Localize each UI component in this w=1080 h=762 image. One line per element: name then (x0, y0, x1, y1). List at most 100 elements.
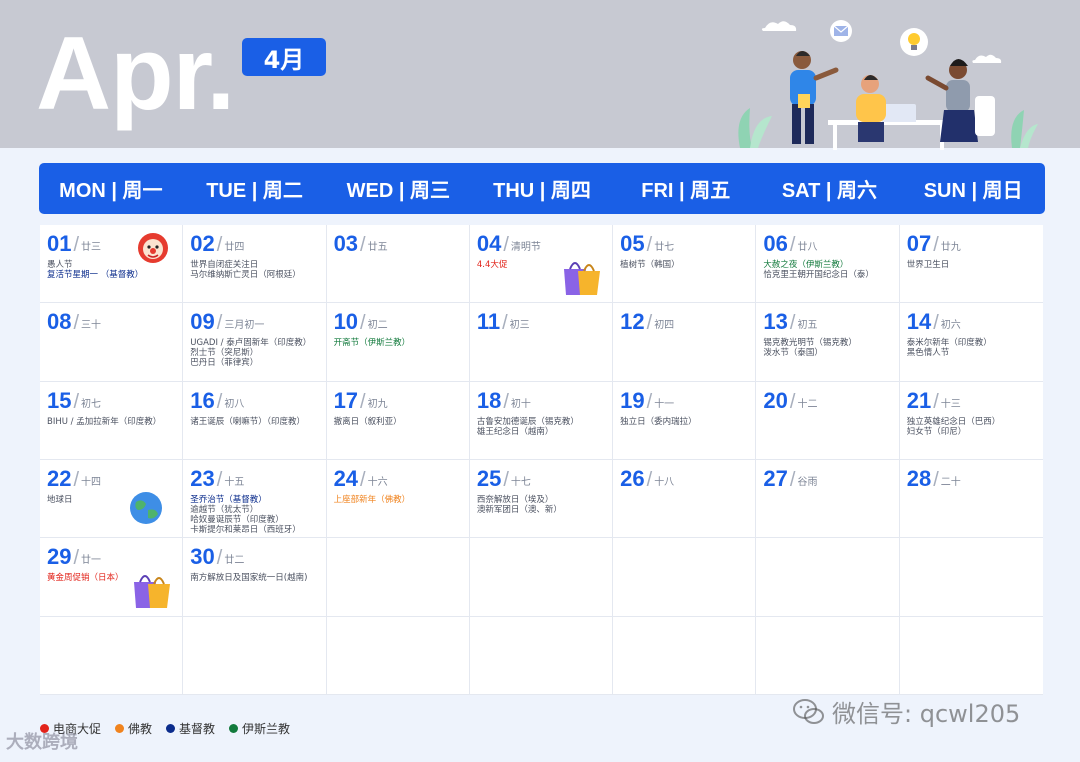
event-item: 哈奴曼诞辰节（印度教） (190, 515, 284, 525)
empty-day-cell (40, 616, 184, 695)
day-cell: 27/谷雨 (756, 460, 900, 539)
calendar-grid: 01/廿三 愚人节 复活节星期一 （基督教） 02/廿四 世界自闭症关注日 马尔维纳斯亡灵… (40, 225, 1043, 695)
slash-divider: / (933, 469, 939, 491)
event-list: UGADI / 泰卢固新年（印度教） 烈士节（突尼斯） 巴丹日（菲律宾） (190, 338, 318, 368)
day-cell: 13/初五 锡克教光明节（锡克教） 泼水节（泰国） (756, 303, 900, 382)
slash-divider: / (73, 312, 80, 335)
legend-dot-icon (229, 724, 239, 733)
lunar-date: 三月初一 (224, 320, 265, 332)
day-cell: 22/十四 地球日 (40, 460, 184, 539)
slash-divider: / (502, 312, 508, 335)
slash-divider: / (503, 234, 509, 256)
day-number: 03 (333, 231, 359, 256)
event-item: 逾越节（犹太节） (190, 505, 259, 515)
slash-divider: / (503, 469, 509, 491)
event-list: 泰米尔新年（印度教） 黑色情人节 (907, 338, 1036, 358)
day-cell: 02/廿四 世界自闭症关注日 马尔维纳斯亡灵日（阿根廷） (183, 225, 327, 304)
event-item: 马尔维纳斯亡灵日（阿根廷） (190, 270, 301, 280)
empty-day-cell (613, 616, 757, 695)
day-number: 13 (763, 309, 788, 335)
earth-icon (128, 490, 164, 530)
lunar-date: 初八 (224, 398, 245, 410)
lunar-date: 初五 (797, 320, 818, 332)
day-cell: 24/十六 上座部新年（佛教） (326, 460, 470, 539)
day-header: 12/初四 (620, 307, 748, 334)
watermark-right: 微信号: qcwl205 (792, 694, 1020, 729)
slash-divider: / (646, 234, 653, 256)
legend-item-buddhism: 佛教 (115, 720, 152, 737)
day-header: 16/初八 (190, 386, 318, 412)
day-cell: 28/二十 (899, 460, 1043, 539)
lunar-date: 廿四 (224, 242, 245, 253)
event-item: 卡斯提尔和莱昂日（西班牙） (190, 525, 301, 535)
day-cell: 01/廿三 愚人节 复活节星期一 （基督教） (40, 225, 184, 304)
day-cell: 06/廿八 大赦之夜（伊斯兰教） 恰克里王朝开国纪念日（泰） (756, 225, 900, 304)
watermark-left: 大数跨境 (6, 732, 78, 753)
day-header: 23/十五 (190, 464, 318, 491)
lunar-date: 二十 (940, 477, 961, 488)
slash-divider: / (216, 234, 223, 256)
event-item: 烈士节（突尼斯） (190, 348, 259, 359)
lunar-date: 十六 (367, 477, 388, 488)
lunar-date: 廿一 (81, 555, 102, 567)
day-number: 18 (476, 387, 502, 413)
event-item: 澳新军团日（澳、新） (476, 505, 562, 515)
slash-divider: / (503, 390, 509, 413)
legend-label: 佛教 (128, 722, 153, 736)
day-header: 28/二十 (907, 464, 1036, 491)
event-item: 西奈解放日（埃及） (476, 495, 554, 505)
event-item: 古鲁安加德诞辰（锡克教） (476, 416, 579, 427)
day-header: 08/三十 (47, 307, 175, 335)
day-cell: 05/廿七 植树节（韩国） (613, 225, 757, 304)
lunar-date: 十五 (224, 477, 245, 488)
day-cell: 21/十三独立英雄纪念日（巴西） 妇女节（印尼） (899, 382, 1043, 460)
day-header: 06/廿八 (763, 229, 891, 256)
day-cell: 30/廿二 南方解放日及国家统一日(越南) (183, 538, 327, 617)
empty-day-cell (613, 538, 757, 617)
day-header: 21/十三 (907, 386, 1036, 412)
day-number: 07 (906, 231, 932, 256)
lunar-date: 十二 (797, 398, 818, 410)
event-list: 撤离日（叙利亚） (334, 417, 462, 427)
slash-divider: / (646, 469, 653, 491)
slash-divider: / (360, 234, 366, 256)
lunar-date: 初六 (940, 320, 961, 332)
legend-item-islam: 伊斯兰教 (229, 720, 290, 737)
day-header: 26/十八 (620, 464, 748, 491)
slash-divider: / (73, 390, 80, 413)
lunar-date: 十一 (654, 398, 675, 410)
event-list: 南方解放日及国家统一日(越南) (190, 573, 318, 583)
lunar-date: 清明节 (510, 242, 541, 253)
slash-divider: / (789, 469, 796, 491)
day-header: 10/初二 (333, 307, 462, 335)
empty-day-cell (469, 616, 614, 695)
weekday-header-bar: MON | 周一 TUE | 周二 WED | 周三 THU | 周四 FRI … (39, 163, 1045, 214)
day-header: 09/三月初一 (190, 307, 318, 334)
shopping-bag-icon (130, 570, 174, 614)
day-cell: 29/廿一 黄金周促销（日本） (40, 538, 184, 617)
day-number: 17 (333, 387, 359, 413)
day-number: 21 (906, 387, 932, 413)
slash-divider: / (646, 390, 653, 413)
event-item: 泼水节（泰国） (763, 348, 823, 359)
event-item: 诸王诞辰（喇嘛节）（印度教） (190, 416, 306, 427)
day-header: 15/初七 (47, 386, 175, 412)
slash-divider: / (360, 390, 366, 413)
clown-icon (134, 231, 172, 269)
event-item: 雄王纪念日（越南） (476, 426, 554, 437)
event-list: 独立英雄纪念日（巴西） 妇女节（印尼） (907, 417, 1036, 437)
shopping-bag-icon (560, 257, 604, 301)
day-header: 27/谷雨 (763, 464, 891, 491)
day-number: 29 (47, 544, 72, 570)
event-item: 南方解放日及国家统一日(越南) (190, 573, 308, 584)
empty-day-cell (326, 616, 470, 695)
day-header: 25/十七 (477, 464, 605, 491)
slash-divider: / (933, 312, 939, 335)
day-cell: 14/初六 泰米尔新年（印度教） 黑色情人节 (899, 303, 1043, 382)
day-number: 26 (620, 466, 645, 491)
empty-day-cell (756, 538, 900, 617)
day-number: 10 (333, 309, 359, 335)
day-header: 29/廿一 (47, 542, 175, 570)
day-cell: 10/初二 开斋节（伊斯兰教） (326, 303, 470, 382)
lunar-date: 初三 (509, 320, 530, 332)
